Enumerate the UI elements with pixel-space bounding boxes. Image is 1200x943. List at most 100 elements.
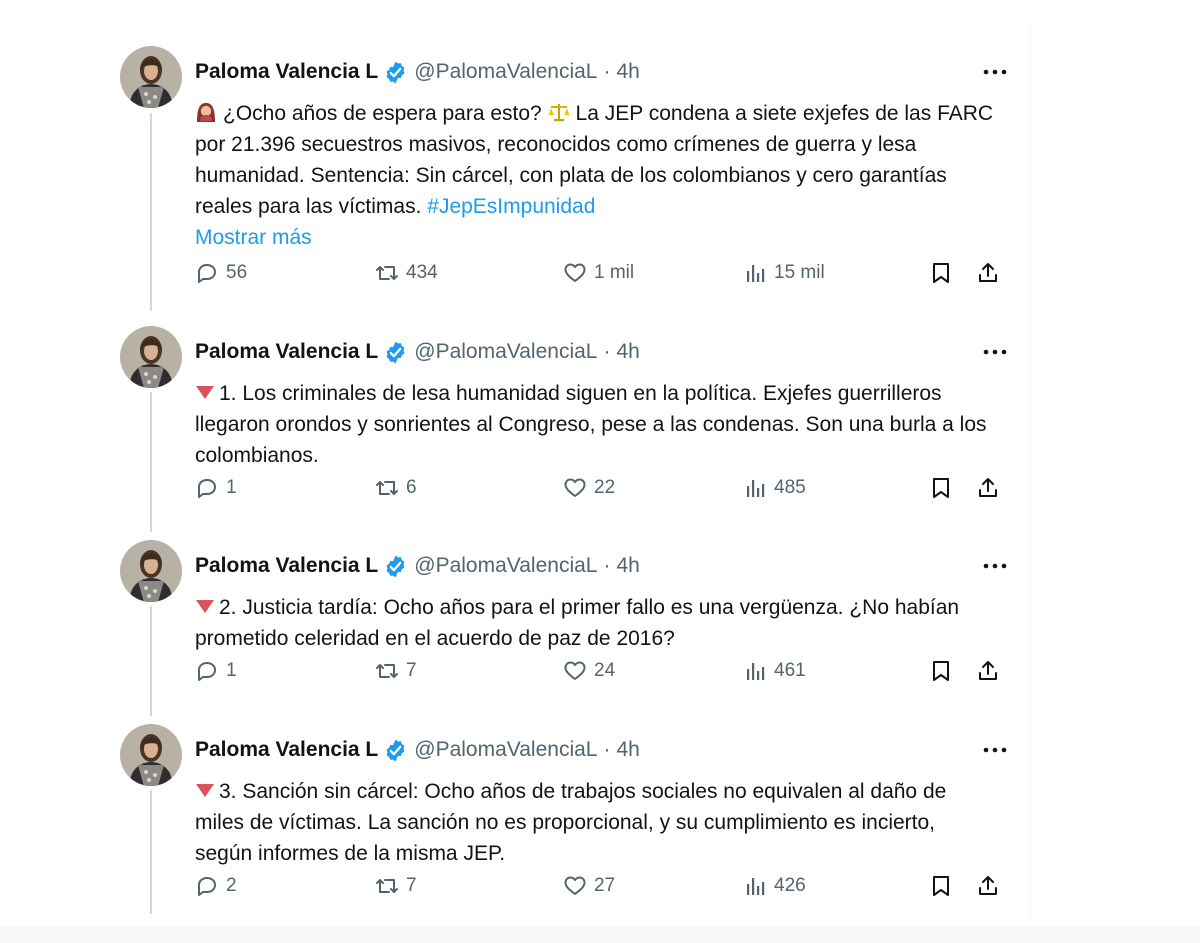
more-options-icon[interactable] (980, 340, 1010, 364)
timestamp[interactable]: 4h (616, 340, 639, 364)
like-button[interactable]: 22 (563, 473, 615, 503)
timestamp[interactable]: 4h (616, 60, 639, 84)
share-icon (979, 661, 997, 680)
timestamp[interactable]: 4h (616, 554, 639, 578)
repost-icon (376, 879, 398, 893)
share-button[interactable] (976, 258, 1000, 288)
tweet-1[interactable]: Paloma Valencia L @PalomaValenciaL · 4h … (120, 46, 1010, 306)
author-name[interactable]: Paloma Valencia L (195, 738, 378, 762)
separator: · (603, 554, 611, 577)
like-button[interactable]: 1 mil (563, 258, 634, 288)
tweet-2[interactable]: Paloma Valencia L @PalomaValenciaL · 4h … (120, 326, 1010, 521)
scales-emoji-icon (548, 104, 570, 122)
share-icon (979, 478, 997, 497)
views-button[interactable]: 461 (743, 656, 806, 686)
repost-count: 6 (406, 477, 417, 498)
tweet-text: 2. Justicia tardía: Ocho años para el pr… (195, 592, 995, 654)
like-count: 27 (594, 875, 616, 896)
reply-icon (197, 662, 216, 681)
author-handle[interactable]: @PalomaValenciaL (414, 738, 597, 762)
bookmark-icon (933, 661, 949, 681)
views-icon (747, 480, 765, 497)
more-options-icon[interactable] (980, 738, 1010, 762)
heart-icon (564, 478, 586, 497)
hashtag-link[interactable]: #JepEsImpunidad (427, 195, 595, 218)
like-count: 22 (594, 477, 616, 498)
repost-button[interactable]: 7 (375, 871, 417, 901)
repost-button[interactable]: 7 (375, 656, 417, 686)
reply-count: 56 (226, 262, 248, 283)
bookmark-button[interactable] (930, 258, 952, 288)
bookmark-button[interactable] (930, 473, 952, 503)
avatar[interactable] (120, 724, 182, 786)
author-name[interactable]: Paloma Valencia L (195, 340, 378, 364)
repost-button[interactable]: 6 (375, 473, 417, 503)
like-button[interactable]: 24 (563, 656, 615, 686)
tweet-4[interactable]: Paloma Valencia L @PalomaValenciaL · 4h … (120, 724, 1010, 914)
reply-button[interactable]: 2 (195, 871, 237, 901)
tweet-text-content: 1. Los criminales de lesa humanidad sigu… (195, 382, 987, 467)
heart-icon (564, 661, 586, 680)
views-icon (747, 265, 765, 282)
avatar[interactable] (120, 326, 182, 388)
bookmark-icon (933, 478, 949, 498)
bookmark-icon (933, 876, 949, 896)
views-button[interactable]: 485 (743, 473, 806, 503)
timestamp[interactable]: 4h (616, 738, 639, 762)
views-count: 15 mil (774, 262, 825, 283)
red-triangle-down-icon (196, 386, 214, 399)
author-handle[interactable]: @PalomaValenciaL (414, 340, 597, 364)
views-count: 485 (774, 477, 806, 498)
tweet-text-content: 3. Sanción sin cárcel: Ocho años de trab… (195, 780, 947, 865)
reply-button[interactable]: 1 (195, 656, 237, 686)
reply-button[interactable]: 1 (195, 473, 237, 503)
repost-button[interactable]: 434 (375, 258, 438, 288)
tweet-header: Paloma Valencia L @PalomaValenciaL · 4h (195, 338, 640, 366)
author-name[interactable]: Paloma Valencia L (195, 554, 378, 578)
repost-count: 7 (406, 660, 417, 681)
verified-badge-icon (386, 739, 405, 761)
share-button[interactable] (976, 656, 1000, 686)
author-handle[interactable]: @PalomaValenciaL (414, 554, 597, 578)
share-button[interactable] (976, 871, 1000, 901)
reply-count: 1 (226, 477, 237, 498)
repost-icon (376, 481, 398, 495)
bookmark-button[interactable] (930, 656, 952, 686)
red-triangle-down-icon (196, 784, 214, 797)
woman-emoji-icon (197, 103, 215, 122)
tweet-text-content: 2. Justicia tardía: Ocho años para el pr… (195, 596, 960, 650)
reply-button[interactable]: 56 (195, 258, 247, 288)
tweet-text: 1. Los criminales de lesa humanidad sigu… (195, 378, 995, 471)
verified-badge-icon (386, 61, 405, 83)
author-name[interactable]: Paloma Valencia L (195, 60, 378, 84)
repost-count: 434 (406, 262, 438, 283)
reply-icon (197, 479, 216, 498)
author-handle[interactable]: @PalomaValenciaL (414, 60, 597, 84)
separator: · (603, 60, 611, 83)
tweet-actions: 1 7 24 461 (195, 656, 1015, 686)
red-triangle-down-icon (196, 600, 214, 613)
like-count: 24 (594, 660, 616, 681)
show-more-link[interactable]: Mostrar más (195, 222, 995, 253)
repost-icon (376, 266, 398, 280)
heart-icon (564, 263, 586, 282)
heart-icon (564, 876, 586, 895)
more-options-icon[interactable] (980, 60, 1010, 84)
repost-icon (376, 664, 398, 678)
reply-icon (197, 264, 216, 283)
like-button[interactable]: 27 (563, 871, 615, 901)
reply-count: 2 (226, 875, 237, 896)
tweet-3[interactable]: Paloma Valencia L @PalomaValenciaL · 4h … (120, 540, 1010, 705)
more-options-icon[interactable] (980, 554, 1010, 578)
views-count: 426 (774, 875, 806, 896)
views-button[interactable]: 15 mil (743, 258, 825, 288)
like-count: 1 mil (594, 262, 635, 283)
avatar[interactable] (120, 46, 182, 108)
avatar[interactable] (120, 540, 182, 602)
bookmark-button[interactable] (930, 871, 952, 901)
tweet-actions: 56 434 1 mil 15 mil (195, 258, 1015, 288)
tweet-header: Paloma Valencia L @PalomaValenciaL · 4h (195, 58, 640, 86)
views-button[interactable]: 426 (743, 871, 806, 901)
share-button[interactable] (976, 473, 1000, 503)
tweet-actions: 1 6 22 485 (195, 473, 1015, 503)
